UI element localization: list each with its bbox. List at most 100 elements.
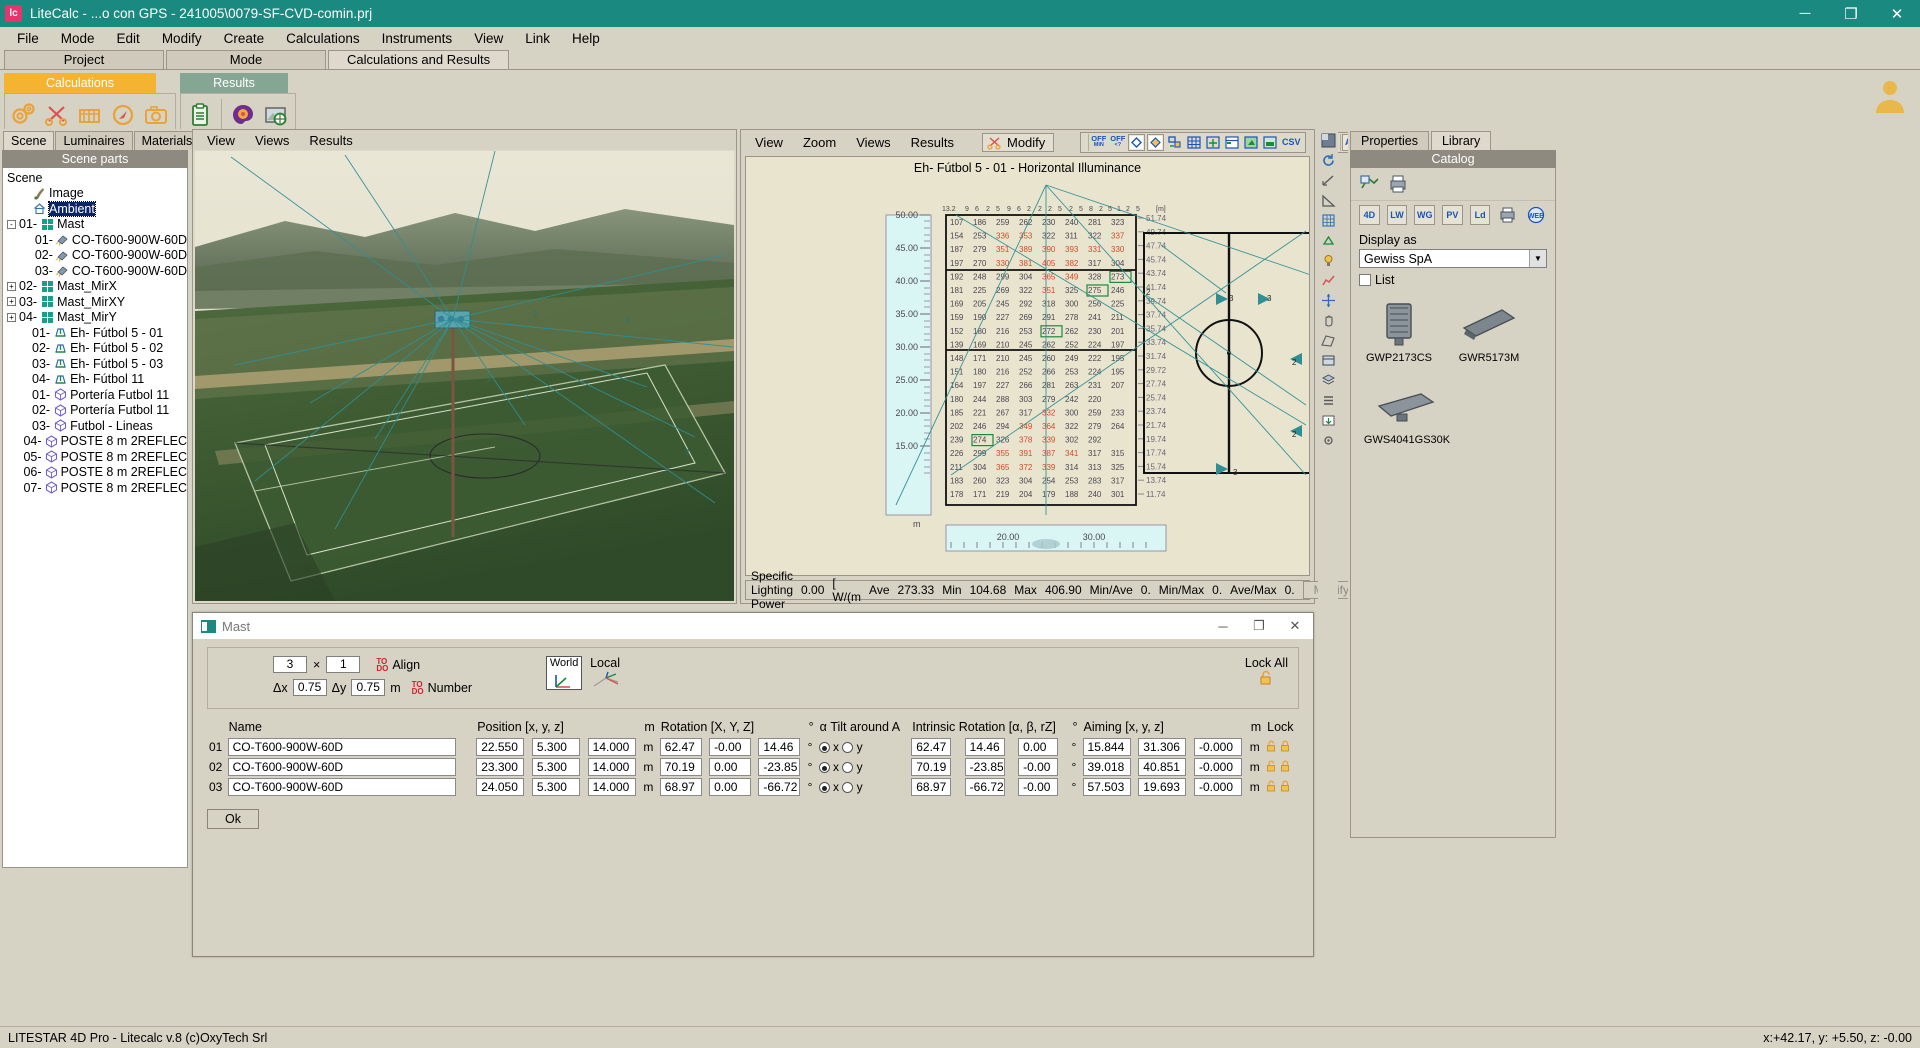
tree-item[interactable]: 02- CO-T600-900W-60D (3, 248, 187, 264)
position-input[interactable]: 14.000 (587, 778, 636, 796)
tree-item[interactable]: 02- Eh- Fútbol 5 - 02 (3, 341, 187, 357)
aiming-input[interactable]: 57.503 (1082, 778, 1131, 796)
lock-open-icon[interactable] (1266, 740, 1277, 755)
viewport-menu-view[interactable]: View (207, 133, 235, 148)
export-icon[interactable] (1319, 411, 1337, 429)
intrinsic-input[interactable]: 14.46 (964, 738, 1005, 756)
aiming-input[interactable]: 31.306 (1138, 738, 1187, 756)
layers-icon[interactable] (1319, 371, 1337, 389)
intrinsic-input[interactable]: -0.00 (1018, 778, 1059, 796)
lock-open-icon[interactable] (1266, 780, 1277, 795)
results-menu-view[interactable]: View (755, 135, 783, 150)
position-input[interactable]: 23.300 (476, 758, 525, 776)
aiming-input[interactable]: 39.018 (1082, 758, 1131, 776)
maximize-button[interactable]: ❐ (1828, 0, 1874, 27)
ok-button[interactable]: Ok (207, 809, 259, 829)
menu-item-help[interactable]: Help (561, 29, 611, 48)
menu-item-edit[interactable]: Edit (106, 29, 151, 48)
lamp-icon[interactable] (1319, 251, 1337, 269)
tilt-radio-y[interactable] (842, 742, 854, 754)
ribbon-tab-calculations-and-results[interactable]: Calculations and Results (328, 50, 510, 69)
lock-cell[interactable] (1264, 757, 1299, 777)
position-input[interactable]: 14.000 (587, 758, 636, 776)
tree-item[interactable]: 01- CO-T600-900W-60D (3, 232, 187, 248)
product-item[interactable]: GWR5173M (1451, 296, 1527, 364)
tree-item[interactable]: 07- POSTE 8 m 2REFLEC (3, 480, 187, 496)
isoline-filled-icon[interactable] (1147, 133, 1165, 151)
isoline-diamond-icon[interactable] (1128, 133, 1146, 151)
rotation-input[interactable]: -23.85 (758, 758, 801, 776)
position-input[interactable]: 24.050 (476, 778, 525, 796)
menu-item-mode[interactable]: Mode (50, 29, 106, 48)
tab-materials[interactable]: Materials (133, 131, 201, 150)
calcsurface-icon[interactable] (1319, 231, 1337, 249)
tree-item[interactable]: -01- Mast (3, 217, 187, 233)
tree-item[interactable]: 03- CO-T600-900W-60D (3, 263, 187, 279)
product-item[interactable]: GWP2173CS (1361, 296, 1437, 364)
aiming-input[interactable]: -0.000 (1193, 738, 1242, 756)
intrinsic-input[interactable]: 0.00 (1018, 738, 1059, 756)
aiming-input[interactable]: -0.000 (1193, 758, 1242, 776)
intrinsic-input[interactable]: -66.72 (964, 778, 1005, 796)
table-icon[interactable] (1319, 351, 1337, 369)
dx-input[interactable]: 0.75 (292, 679, 327, 696)
aiming-input[interactable]: -0.000 (1193, 778, 1242, 796)
list-icon[interactable] (1319, 391, 1337, 409)
tree-item[interactable]: 05- POSTE 8 m 2REFLEC (3, 449, 187, 465)
tilt-radio-y[interactable] (842, 782, 854, 794)
tree-item[interactable]: Scene (3, 170, 187, 186)
grid-export2-icon[interactable] (1261, 134, 1278, 151)
film-icon[interactable] (75, 100, 105, 130)
tree-item[interactable]: 03- Futbol - Lineas (3, 418, 187, 434)
intrinsic-input[interactable]: -0.00 (1018, 758, 1059, 776)
hand-icon[interactable] (1319, 311, 1337, 329)
dy-input[interactable]: 0.75 (351, 679, 386, 696)
tree-expander[interactable]: + (7, 281, 16, 291)
viewport-3d[interactable]: View Views Results 2 3 2 1 3 2 (192, 129, 737, 604)
illuminance-plot[interactable]: Eh- Fútbol 5 - 01 - Horizontal Illuminan… (745, 156, 1310, 576)
tab-properties[interactable]: Properties (1350, 131, 1429, 150)
intrinsic-input[interactable]: 70.19 (911, 758, 952, 776)
intrinsic-input[interactable]: 62.47 (911, 738, 952, 756)
gears-icon[interactable] (9, 100, 39, 130)
aiming-input[interactable]: 15.844 (1082, 738, 1131, 756)
dialog-minimize-button[interactable]: ─ (1205, 613, 1241, 639)
grid-refresh-icon[interactable] (1166, 134, 1183, 151)
manufacturer-select[interactable]: Gewiss SpA ▼ (1359, 249, 1547, 268)
results-menu-views[interactable]: Views (856, 135, 890, 150)
viewport-menu-views[interactable]: Views (255, 133, 289, 148)
shape-icon[interactable] (1359, 174, 1381, 194)
results-menu-results[interactable]: Results (911, 135, 954, 150)
compass-icon[interactable] (108, 100, 138, 130)
position-input[interactable]: 14.000 (587, 738, 636, 756)
tab-library[interactable]: Library (1430, 131, 1492, 150)
aiming-input[interactable]: 40.851 (1138, 758, 1187, 776)
off-query-toggle[interactable]: OFF <? (1109, 134, 1126, 151)
rotate-icon[interactable] (1319, 151, 1337, 169)
minimize-button[interactable]: ─ (1782, 0, 1828, 27)
tree-item[interactable]: 06- POSTE 8 m 2REFLEC (3, 465, 187, 481)
tree-item[interactable]: 02- Portería Futbol 11 (3, 403, 187, 419)
rotation-input[interactable]: 70.19 (659, 758, 702, 776)
tree-expander[interactable]: + (7, 312, 16, 322)
grid-toggle-icon[interactable] (1319, 211, 1337, 229)
position-input[interactable]: 5.300 (531, 778, 580, 796)
tilt-radio-x[interactable] (818, 742, 830, 754)
perspective-icon[interactable] (1319, 331, 1337, 349)
product-item[interactable]: GWS4041GS30K (1361, 378, 1453, 446)
rotation-input[interactable]: -66.72 (758, 778, 801, 796)
format-ld-icon[interactable]: Ld (1469, 205, 1491, 225)
format-pv-icon[interactable]: PV (1442, 205, 1463, 225)
name-input[interactable]: CO-T600-900W-60D (227, 738, 456, 756)
tilt-radio-x[interactable] (818, 762, 830, 774)
grid-cols-input[interactable]: 3 (273, 656, 307, 673)
lock-open-icon[interactable] (1245, 670, 1288, 688)
viewport-canvas[interactable]: 2 3 2 1 3 2 (195, 151, 734, 601)
world-coord-button[interactable]: World (546, 656, 583, 690)
tree-item[interactable]: +02- Mast_MirX (3, 279, 187, 295)
list-checkbox[interactable] (1359, 274, 1371, 286)
toolbar-grip[interactable] (1083, 133, 1090, 151)
table-row[interactable]: 03 CO-T600-900W-60D 24.050 5.300 14.000 m 68.9… (207, 777, 1299, 797)
intrinsic-input[interactable]: -23.85 (964, 758, 1005, 776)
grid-plus-icon[interactable] (1204, 134, 1221, 151)
